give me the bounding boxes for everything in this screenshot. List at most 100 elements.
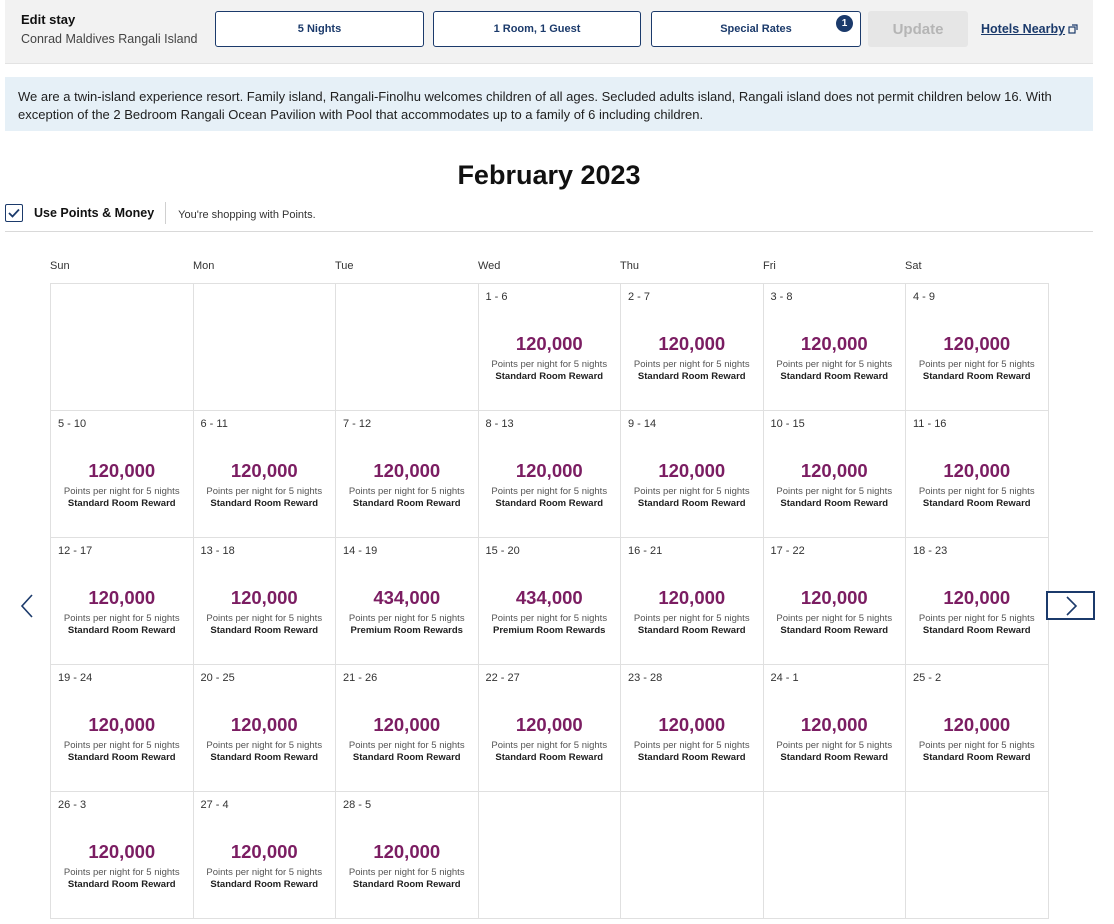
calendar-day-cell[interactable]: 6 - 11 120,000 Points per night for 5 nigh… <box>193 411 336 538</box>
points-price: 120,000 <box>658 714 726 735</box>
external-link-icon <box>1068 24 1078 34</box>
stay-date-range: 11 - 16 <box>913 418 947 430</box>
stay-date-range: 24 - 1 <box>770 672 799 684</box>
edit-stay-bar: Edit stay Conrad Maldives Rangali Island… <box>5 0 1093 64</box>
rooms-guests-button[interactable]: 1 Room, 1 Guest <box>433 11 641 47</box>
use-points-checkbox[interactable] <box>5 204 23 222</box>
points-price: 120,000 <box>230 587 298 608</box>
calendar-day-cell[interactable]: 1 - 6 120,000 Points per night for 5 night… <box>478 284 621 411</box>
calendar-day-cell[interactable]: 24 - 1 120,000 Points per night for 5 nigh… <box>763 665 906 792</box>
calendar-day-cell[interactable]: 10 - 15 120,000 Points per night for 5 nig… <box>763 411 906 538</box>
calendar-day-cell[interactable]: 16 - 21 120,000 Points per night for 5 nig… <box>621 538 764 665</box>
points-price: 120,000 <box>373 841 441 862</box>
calendar-empty-cell <box>621 792 764 919</box>
previous-month-button[interactable] <box>17 592 37 620</box>
stay-date-range: 8 - 13 <box>485 418 514 430</box>
room-reward-type: Standard Room Reward <box>495 371 604 382</box>
calendar-day-cell[interactable]: 15 - 20 434,000 Points per night for 5 nig… <box>478 538 621 665</box>
stay-date-range: 15 - 20 <box>485 545 520 557</box>
room-reward-type: Standard Room Reward <box>780 371 889 382</box>
points-price: 120,000 <box>515 714 583 735</box>
stay-date-range: 16 - 21 <box>628 545 663 557</box>
points-per-night-label: Points per night for 5 nights <box>348 867 465 878</box>
nights-button[interactable]: 5 Nights <box>215 11 424 47</box>
stay-date-range: 27 - 4 <box>200 799 229 811</box>
calendar-empty-cell <box>478 792 621 919</box>
resort-info-banner: We are a twin-island experience resort. … <box>5 77 1093 131</box>
points-per-night-label: Points per night for 5 nights <box>348 740 465 751</box>
calendar-day-cell[interactable]: 11 - 16 120,000 Points per night for 5 nig… <box>906 411 1049 538</box>
hotels-nearby-link[interactable]: Hotels Nearby <box>981 22 1078 36</box>
stay-date-range: 5 - 10 <box>58 418 87 430</box>
calendar-day-cell[interactable]: 5 - 10 120,000 Points per night for 5 nigh… <box>51 411 194 538</box>
stay-date-range: 2 - 7 <box>628 291 651 303</box>
edit-stay-title: Edit stay <box>21 12 76 27</box>
calendar-day-cell[interactable]: 2 - 7 120,000 Points per night for 5 night… <box>621 284 764 411</box>
calendar-day-cell[interactable]: 17 - 22 120,000 Points per night for 5 nig… <box>763 538 906 665</box>
points-per-night-label: Points per night for 5 nights <box>633 359 750 370</box>
points-price: 120,000 <box>658 587 726 608</box>
next-month-button[interactable] <box>1046 591 1095 620</box>
hotels-nearby-label: Hotels Nearby <box>981 22 1066 36</box>
calendar-day-cell[interactable]: 18 - 23 120,000 Points per night for 5 nig… <box>906 538 1049 665</box>
points-price: 120,000 <box>943 714 1011 735</box>
points-price: 120,000 <box>800 333 868 354</box>
calendar-day-cell[interactable]: 19 - 24 120,000 Points per night for 5 nig… <box>51 665 194 792</box>
points-per-night-label: Points per night for 5 nights <box>918 613 1035 624</box>
stay-date-range: 21 - 26 <box>343 672 378 684</box>
points-per-night-label: Points per night for 5 nights <box>348 486 465 497</box>
stay-date-range: 13 - 18 <box>200 545 235 557</box>
points-price: 434,000 <box>373 587 441 608</box>
calendar-empty-cell <box>763 792 906 919</box>
points-price: 120,000 <box>515 333 583 354</box>
special-rates-count-badge: 1 <box>836 15 853 32</box>
points-price: 120,000 <box>230 460 298 481</box>
calendar-day-cell[interactable]: 14 - 19 434,000 Points per night for 5 nig… <box>336 538 479 665</box>
room-reward-type: Standard Room Reward <box>637 498 746 509</box>
special-rates-button[interactable]: Special Rates 1 <box>651 11 861 47</box>
update-button-label: Update <box>892 20 944 38</box>
section-divider <box>5 231 1093 232</box>
stay-date-range: 6 - 11 <box>200 418 228 430</box>
calendar-day-cell[interactable]: 22 - 27 120,000 Points per night for 5 nig… <box>478 665 621 792</box>
nights-button-label: 5 Nights <box>297 23 342 35</box>
stay-date-range: 3 - 8 <box>770 291 793 303</box>
calendar-day-cell[interactable]: 20 - 25 120,000 Points per night for 5 nig… <box>193 665 336 792</box>
points-per-night-label: Points per night for 5 nights <box>776 740 893 751</box>
calendar-day-cell[interactable]: 27 - 4 120,000 Points per night for 5 nigh… <box>193 792 336 919</box>
points-per-night-label: Points per night for 5 nights <box>348 613 465 624</box>
points-per-night-label: Points per night for 5 nights <box>491 613 608 624</box>
weekday-mon: Mon <box>193 260 215 272</box>
points-per-night-label: Points per night for 5 nights <box>491 359 608 370</box>
calendar-day-cell[interactable]: 23 - 28 120,000 Points per night for 5 nig… <box>621 665 764 792</box>
points-per-night-label: Points per night for 5 nights <box>633 740 750 751</box>
stay-date-range: 9 - 14 <box>628 418 657 430</box>
calendar-day-cell[interactable]: 4 - 9 120,000 Points per night for 5 night… <box>906 284 1049 411</box>
room-reward-type: Standard Room Reward <box>780 625 889 636</box>
calendar-day-cell[interactable]: 28 - 5 120,000 Points per night for 5 nigh… <box>336 792 479 919</box>
points-per-night-label: Points per night for 5 nights <box>63 867 180 878</box>
points-per-night-label: Points per night for 5 nights <box>206 740 323 751</box>
stay-date-range: 20 - 25 <box>200 672 235 684</box>
points-per-night-label: Points per night for 5 nights <box>63 486 180 497</box>
room-reward-type: Standard Room Reward <box>210 625 319 636</box>
shopping-note: You're shopping with Points. <box>178 208 316 221</box>
calendar-empty-cell <box>906 792 1049 919</box>
calendar-day-cell[interactable]: 21 - 26 120,000 Points per night for 5 nig… <box>336 665 479 792</box>
weekday-tue: Tue <box>335 260 354 272</box>
calendar-day-cell[interactable]: 7 - 12 120,000 Points per night for 5 nigh… <box>336 411 479 538</box>
calendar-day-cell[interactable]: 12 - 17 120,000 Points per night for 5 nig… <box>51 538 194 665</box>
calendar-empty-cell <box>51 284 194 411</box>
points-price: 120,000 <box>230 841 298 862</box>
calendar-day-cell[interactable]: 8 - 13 120,000 Points per night for 5 nigh… <box>478 411 621 538</box>
room-reward-type: Standard Room Reward <box>210 752 319 763</box>
calendar-day-cell[interactable]: 3 - 8 120,000 Points per night for 5 night… <box>763 284 906 411</box>
calendar-day-cell[interactable]: 25 - 2 120,000 Points per night for 5 nigh… <box>906 665 1049 792</box>
calendar-day-cell[interactable]: 9 - 14 120,000 Points per night for 5 nigh… <box>621 411 764 538</box>
points-toggle-row: Use Points & Money You're shopping with … <box>5 202 316 224</box>
rooms-guests-button-label: 1 Room, 1 Guest <box>493 23 581 35</box>
calendar-day-cell[interactable]: 26 - 3 120,000 Points per night for 5 nigh… <box>51 792 194 919</box>
calendar-day-cell[interactable]: 13 - 18 120,000 Points per night for 5 nig… <box>193 538 336 665</box>
checkmark-icon <box>8 208 20 218</box>
update-button[interactable]: Update <box>868 11 968 47</box>
